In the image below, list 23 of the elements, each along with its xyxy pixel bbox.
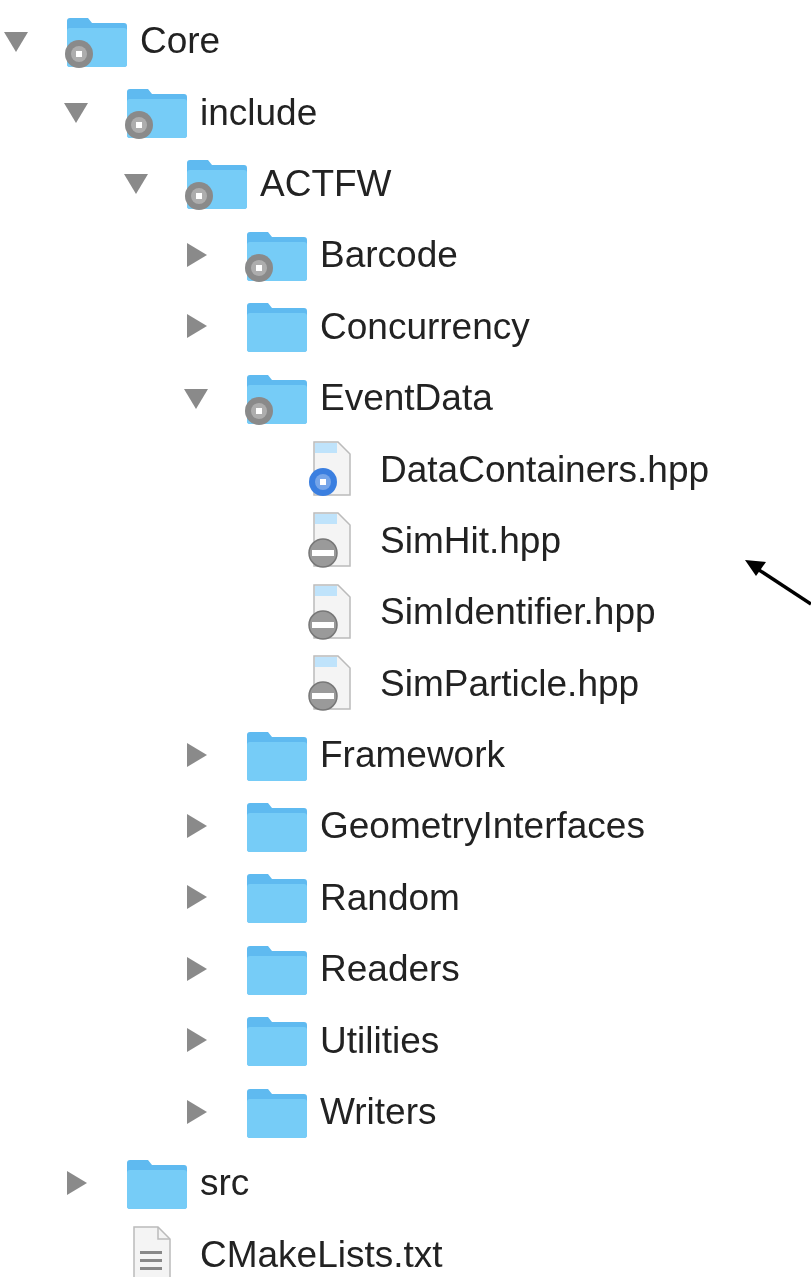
item-name[interactable]: Utilities [320, 1021, 440, 1059]
item-name[interactable]: Barcode [320, 236, 458, 274]
item-name[interactable]: Readers [320, 950, 460, 988]
item-name[interactable]: SimIdentifier.hpp [380, 593, 656, 631]
item-name[interactable]: Framework [320, 736, 506, 774]
item-name[interactable]: include [200, 93, 318, 131]
item-name[interactable]: ACTFW [260, 164, 392, 202]
item-name[interactable]: GeometryInterfaces [320, 807, 645, 845]
file-icon [306, 654, 354, 713]
file-icon [306, 440, 354, 499]
item-name[interactable]: Writers [320, 1093, 437, 1131]
item-name[interactable]: DataContainers.hpp [380, 450, 710, 488]
item-name[interactable]: Core [140, 22, 221, 60]
item-name[interactable]: src [200, 1164, 250, 1202]
item-name[interactable]: SimParticle.hpp [380, 664, 640, 702]
item-name[interactable]: CMakeLists.txt [200, 1235, 443, 1273]
file-icon [306, 582, 354, 641]
item-name[interactable]: Random [320, 878, 460, 916]
item-name[interactable]: SimHit.hpp [380, 521, 561, 559]
file-icon [306, 511, 354, 570]
item-name[interactable]: Concurrency [320, 307, 530, 345]
item-name[interactable]: EventData [320, 379, 493, 417]
annotation-arrow [745, 560, 811, 606]
